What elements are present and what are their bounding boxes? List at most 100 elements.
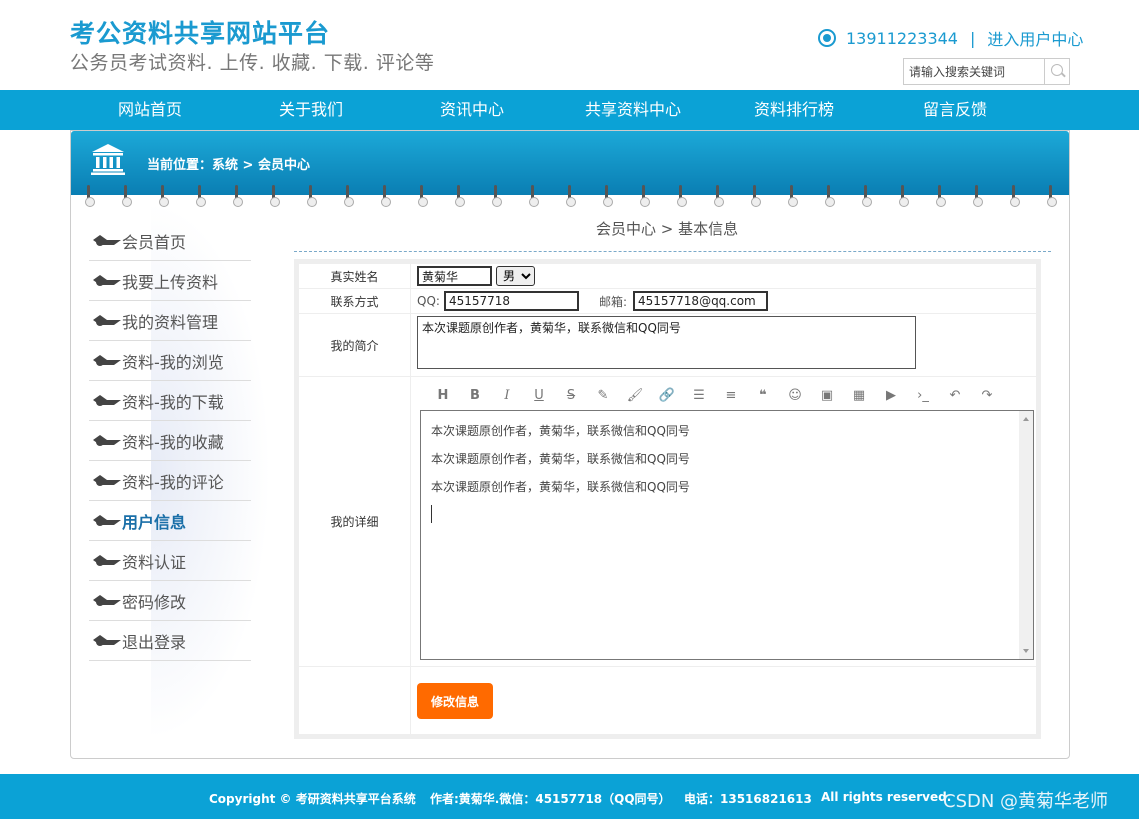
gender-select[interactable]: 男	[496, 266, 535, 286]
nav-item-news[interactable]: 资讯中心	[392, 90, 552, 130]
sidebar-item-label: 用户信息	[122, 512, 187, 532]
sidebar-item-label: 资料-我的下载	[122, 392, 224, 412]
nav-item-about[interactable]: 关于我们	[231, 90, 391, 130]
spiral-ring	[344, 185, 354, 209]
header: 考公资料共享网站平台 公务员考试资料. 上传. 收藏. 下载. 评论等 1391…	[0, 0, 1139, 90]
sidebar-item-comments[interactable]: 资料-我的评论	[89, 461, 251, 501]
nav-item-ranking[interactable]: 资料排行榜	[714, 90, 874, 130]
location-dot-icon	[818, 29, 836, 47]
spiral-ring	[381, 185, 391, 209]
quote-icon[interactable]: ❝	[747, 385, 779, 405]
breadcrumb: 当前位置：系统 > 会员中心	[147, 158, 310, 173]
video-icon[interactable]: ▶	[875, 385, 907, 405]
editor-paragraph: 本次课题原创作者，黄菊华，联系微信和QQ同号	[431, 480, 690, 494]
row-contact: 联系方式 QQ: 邮箱:	[299, 289, 1036, 314]
graduation-cap-icon	[92, 474, 121, 487]
sidebar-item-downloads[interactable]: 资料-我的下载	[89, 381, 251, 421]
submit-label-cell	[299, 667, 411, 734]
strikethrough-button[interactable]: S	[555, 385, 587, 405]
sidebar-item-label: 退出登录	[122, 632, 187, 652]
sidebar-item-browsed[interactable]: 资料-我的浏览	[89, 341, 251, 381]
spiral-ring	[492, 185, 502, 209]
graduation-cap-icon	[92, 514, 121, 527]
emoji-icon[interactable]: ☺	[779, 385, 811, 405]
spiral-ring	[936, 185, 946, 209]
spiral-ring	[418, 185, 428, 209]
table-icon[interactable]: ▦	[843, 385, 875, 405]
nav-item-feedback[interactable]: 留言反馈	[875, 90, 1035, 130]
link-icon[interactable]: 🔗	[651, 385, 683, 405]
user-center-link[interactable]: 进入用户中心	[987, 26, 1083, 50]
sidebar-item-password[interactable]: 密码修改	[89, 581, 251, 621]
qq-input[interactable]	[443, 291, 579, 311]
contact-bar: 13911223344 | 进入用户中心	[818, 27, 1083, 49]
footer-author: 作者:黄菊华.微信：45157718（QQ同号）	[430, 792, 671, 806]
editor-scrollbar[interactable]	[1019, 411, 1033, 659]
spiral-ring	[788, 185, 798, 209]
row-submit: 修改信息	[299, 667, 1036, 734]
spiral-ring	[307, 185, 317, 209]
main-nav: 网站首页 关于我们 资讯中心 共享资料中心 资料排行榜 留言反馈	[0, 90, 1139, 130]
name-input[interactable]	[417, 266, 492, 286]
align-icon[interactable]: ≡	[715, 385, 747, 405]
rich-text-editor[interactable]: 本次课题原创作者，黄菊华，联系微信和QQ同号 本次课题原创作者，黄菊华，联系微信…	[420, 410, 1034, 660]
redo-icon[interactable]: ↷	[971, 385, 1003, 405]
nav-item-shared-materials[interactable]: 共享资料中心	[553, 90, 713, 130]
sidebar-item-upload[interactable]: 我要上传资料	[89, 261, 251, 301]
spiral-ring	[529, 185, 539, 209]
sidebar-item-logout[interactable]: 退出登录	[89, 621, 251, 661]
graduation-cap-icon	[92, 594, 121, 607]
graduation-cap-icon	[92, 314, 121, 327]
member-panel: 当前位置：系统 > 会员中心 会员首页 我要上传资料 我的资料管理 资料-我的浏…	[70, 130, 1070, 759]
underline-button[interactable]: U	[523, 385, 555, 405]
sidebar-item-my-materials[interactable]: 我的资料管理	[89, 301, 251, 341]
spiral-ring	[825, 185, 835, 209]
text-cursor	[431, 505, 432, 523]
sidebar-item-label: 资料认证	[122, 552, 187, 572]
sidebar-item-label: 我的资料管理	[122, 312, 219, 332]
search-icon[interactable]	[1044, 59, 1069, 84]
row-name: 真实姓名 男	[299, 264, 1036, 289]
sidebar-item-certification[interactable]: 资料认证	[89, 541, 251, 581]
footer-copyright: Copyright © 考研资料共享平台系统	[209, 792, 416, 806]
footer-rights: All rights reserved.	[821, 790, 952, 804]
search-box	[903, 58, 1070, 85]
detail-label: 我的详细	[299, 377, 411, 666]
bank-icon	[91, 144, 125, 175]
sidebar-item-favorites[interactable]: 资料-我的收藏	[89, 421, 251, 461]
contact-field-group: QQ: 邮箱:	[417, 291, 768, 311]
spiral-ring	[270, 185, 280, 209]
sidebar-item-member-home[interactable]: 会员首页	[89, 221, 251, 261]
sidebar: 会员首页 我要上传资料 我的资料管理 资料-我的浏览 资料-我的下载 资料-我的…	[89, 221, 251, 661]
profile-form: 真实姓名 男 联系方式 QQ: 邮箱: 我的简介 本次课题原创作者，黄菊华，联系…	[294, 259, 1041, 739]
undo-icon[interactable]: ↶	[939, 385, 971, 405]
nav-item-home[interactable]: 网站首页	[70, 90, 230, 130]
code-icon[interactable]: ›_	[907, 385, 939, 405]
spiral-ring	[603, 185, 613, 209]
email-input[interactable]	[632, 291, 768, 311]
eraser-icon[interactable]: ✎	[587, 385, 619, 405]
spiral-ring	[714, 185, 724, 209]
image-icon[interactable]: ▣	[811, 385, 843, 405]
scroll-up-arrow-icon[interactable]	[1023, 417, 1029, 421]
spiral-ring	[85, 185, 95, 209]
sidebar-item-label: 资料-我的收藏	[122, 432, 224, 452]
sidebar-item-label: 我要上传资料	[122, 272, 219, 292]
sidebar-item-label: 资料-我的浏览	[122, 352, 224, 372]
submit-button[interactable]: 修改信息	[417, 683, 493, 719]
italic-button[interactable]: I	[491, 385, 523, 405]
spiral-ring	[1010, 185, 1020, 209]
sidebar-item-label: 会员首页	[122, 232, 187, 252]
brush-icon[interactable]: 🖌	[619, 385, 651, 405]
graduation-cap-icon	[92, 234, 121, 247]
list-icon[interactable]: ☰	[683, 385, 715, 405]
intro-textarea[interactable]: 本次课题原创作者，黄菊华，联系微信和QQ同号	[417, 316, 916, 369]
scroll-down-arrow-icon[interactable]	[1023, 649, 1029, 653]
separator: |	[969, 28, 976, 48]
bold-button[interactable]: B	[459, 385, 491, 405]
graduation-cap-icon	[92, 434, 121, 447]
sidebar-item-user-info[interactable]: 用户信息	[89, 501, 251, 541]
search-input[interactable]	[904, 59, 1044, 84]
heading-button[interactable]: H	[427, 385, 459, 405]
editor-toolbar: H B I U S ✎ 🖌 🔗 ☰ ≡ ❝ ☺ ▣ ▦ ▶ ›_ ↶ ↷	[427, 385, 1003, 405]
